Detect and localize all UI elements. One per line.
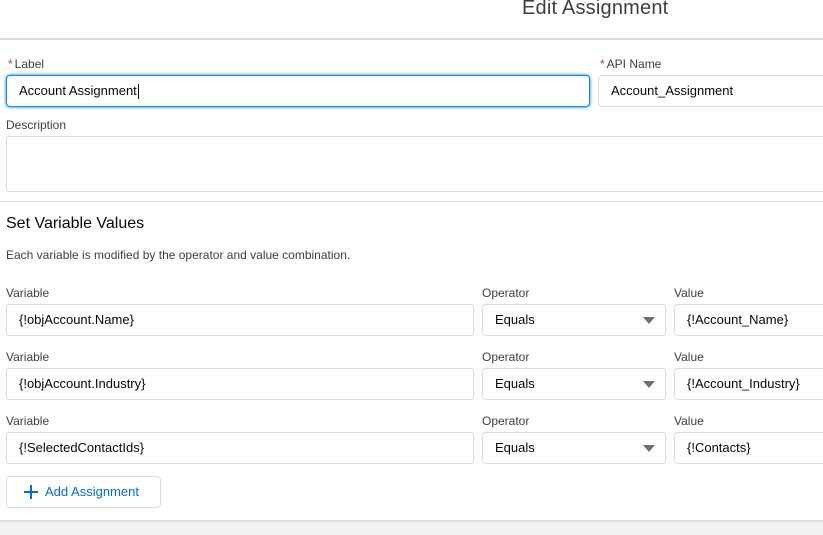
description-field-label: Description [6,118,67,132]
operator-label: Operator [482,350,530,364]
api-name-field-label-text: API Name [606,57,662,71]
value-input[interactable]: {!Account_Industry} [674,368,823,400]
section-description: Each variable is modified by the operato… [6,248,351,262]
variable-input-value: {!objAccount.Industry} [19,376,146,391]
value-input[interactable]: {!Contacts} [674,432,823,464]
chevron-down-icon [643,445,655,452]
add-assignment-button[interactable]: Add Assignment [6,476,161,508]
variable-input[interactable]: {!objAccount.Industry} [6,368,474,400]
variable-label: Variable [6,414,50,428]
variable-input[interactable]: {!SelectedContactIds} [6,432,474,464]
api-name-input-value: Account_Assignment [611,83,734,98]
label-input-value: Account Assignment [19,83,137,98]
value-input-value: {!Account_Industry} [687,376,800,391]
value-label: Value [674,286,704,300]
modal-header: Edit Assignment [0,0,823,40]
variable-input[interactable]: {!objAccount.Name} [6,304,474,336]
chevron-down-icon [643,317,655,324]
required-marker: * [600,57,605,71]
section-title: Set Variable Values [6,215,145,232]
variable-label: Variable [6,286,50,300]
value-input-value: {!Account_Name} [687,312,789,327]
operator-label: Operator [482,286,530,300]
label-field-label-text: Label [14,57,45,71]
operator-select-value: Equals [495,440,535,455]
operator-select[interactable]: Equals [482,368,666,400]
api-name-field-label: * API Name [600,57,661,71]
operator-select-value: Equals [495,312,535,327]
variable-input-value: {!SelectedContactIds} [19,440,145,455]
operator-label: Operator [482,414,530,428]
variable-input-value: {!objAccount.Name} [19,312,134,327]
value-input-value: {!Contacts} [687,440,751,455]
value-label: Value [674,414,704,428]
add-assignment-label: Add Assignment [45,484,139,499]
plus-icon [24,485,38,499]
operator-select[interactable]: Equals [482,432,666,464]
value-input[interactable]: {!Account_Name} [674,304,823,336]
value-label: Value [674,350,704,364]
variable-label: Variable [6,350,50,364]
label-input[interactable]: Account Assignment [6,75,590,107]
api-name-input[interactable]: Account_Assignment [598,75,823,107]
operator-select[interactable]: Equals [482,304,666,336]
modal-title: Edit Assignment [522,0,669,19]
description-textarea[interactable] [6,136,823,192]
operator-select-value: Equals [495,376,535,391]
chevron-down-icon [643,381,655,388]
text-cursor [137,84,139,100]
label-field-label: * Label [8,57,44,71]
section-divider [0,201,823,202]
required-marker: * [8,57,13,71]
